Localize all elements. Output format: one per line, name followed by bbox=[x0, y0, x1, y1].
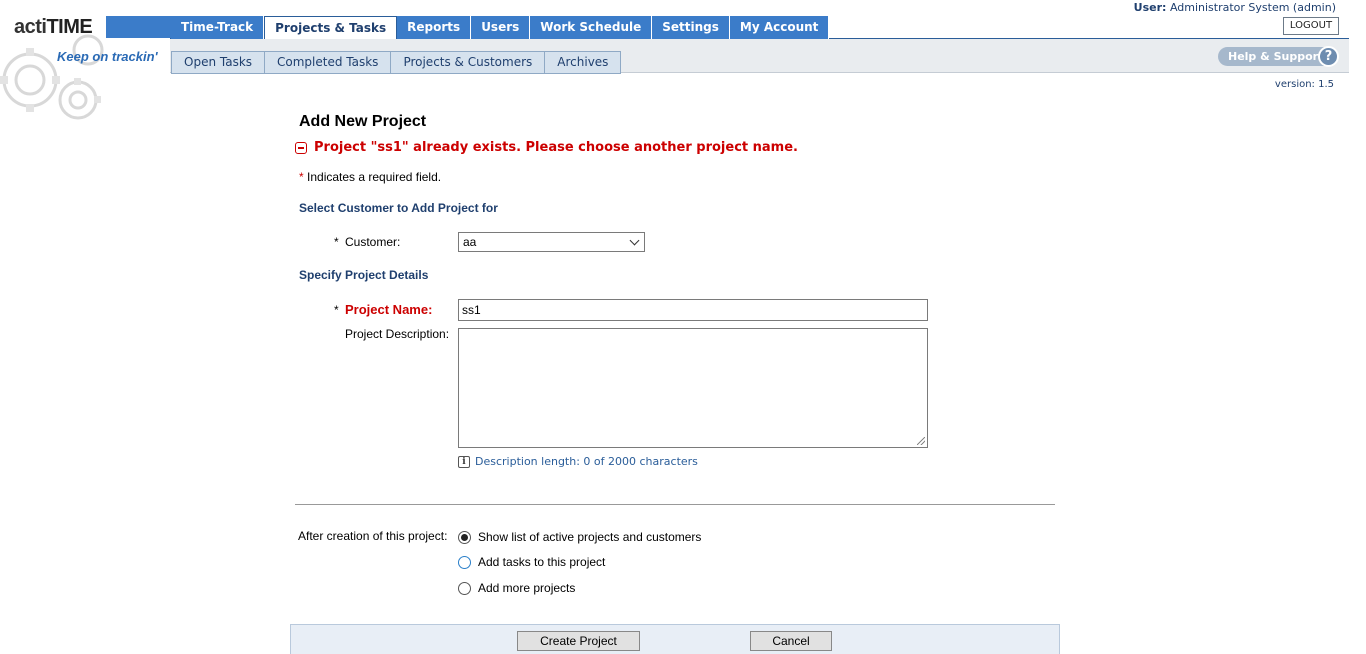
section-details: Specify Project Details bbox=[299, 268, 429, 282]
radio-label: Add more projects bbox=[478, 581, 576, 595]
radio-label: Add tasks to this project bbox=[478, 555, 606, 569]
error-minus-icon bbox=[295, 141, 307, 154]
project-name-label: Project Name: bbox=[345, 302, 433, 317]
nav-strip bbox=[106, 16, 171, 38]
customer-select-value: aa bbox=[463, 235, 477, 249]
tagline: Keep on trackin' bbox=[57, 49, 158, 64]
radio-add-more-projects[interactable]: Add more projects bbox=[458, 581, 575, 595]
radio-button[interactable] bbox=[458, 555, 471, 569]
create-project-button[interactable]: Create Project bbox=[517, 631, 640, 651]
tab-users[interactable]: Users bbox=[471, 16, 531, 39]
radio-button[interactable] bbox=[458, 530, 471, 544]
page-title: Add New Project bbox=[299, 113, 427, 130]
customer-select[interactable]: aa bbox=[458, 232, 645, 252]
customer-label: Customer: bbox=[345, 235, 401, 249]
required-note: * Indicates a required field. bbox=[299, 170, 441, 184]
info-icon: i bbox=[458, 455, 470, 468]
tab-settings[interactable]: Settings bbox=[652, 16, 730, 39]
required-note-text: Indicates a required field. bbox=[307, 170, 442, 184]
subtab-completed-tasks[interactable]: Completed Tasks bbox=[265, 51, 392, 74]
description-length: i Description length: 0 of 2000 characte… bbox=[458, 455, 698, 468]
resize-grip-icon[interactable] bbox=[917, 437, 925, 445]
tab-projects-tasks[interactable]: Projects & Tasks bbox=[264, 16, 398, 40]
after-creation-label: After creation of this project: bbox=[298, 529, 448, 543]
current-user: User: Administrator System (admin) bbox=[1134, 1, 1336, 14]
project-name-input[interactable]: ss1 bbox=[458, 299, 928, 321]
required-star: * bbox=[299, 170, 304, 184]
radio-button[interactable] bbox=[458, 581, 471, 595]
chevron-down-icon bbox=[629, 235, 640, 246]
divider bbox=[295, 504, 1055, 505]
radio-show-list[interactable]: Show list of active projects and custome… bbox=[458, 530, 701, 544]
app-logo: actiTIME bbox=[14, 16, 93, 38]
help-support-button[interactable]: Help & Support ? bbox=[1218, 46, 1339, 67]
cancel-button[interactable]: Cancel bbox=[750, 631, 832, 651]
user-name: Administrator System (admin) bbox=[1169, 1, 1336, 14]
tab-my-account[interactable]: My Account bbox=[729, 16, 830, 39]
subtab-archives[interactable]: Archives bbox=[545, 51, 622, 74]
error-message: Project "ss1" already exists. Please cho… bbox=[295, 140, 798, 155]
tab-time-track[interactable]: Time-Track bbox=[171, 16, 265, 39]
help-support-label: Help & Support bbox=[1228, 50, 1324, 63]
form-footer-bar bbox=[290, 624, 1060, 654]
error-text: Project "ss1" already exists. Please cho… bbox=[314, 140, 798, 155]
radio-label: Show list of active projects and custome… bbox=[478, 530, 702, 544]
logout-button[interactable]: LOGOUT bbox=[1283, 17, 1339, 35]
description-length-text: Description length: 0 of 2000 characters bbox=[475, 455, 698, 468]
tab-work-schedule[interactable]: Work Schedule bbox=[530, 16, 653, 39]
customer-required-star: * bbox=[334, 235, 339, 249]
project-description-textarea[interactable] bbox=[458, 328, 928, 448]
version-label: version: 1.5 bbox=[1274, 79, 1334, 90]
subnav-tabs: Open Tasks Completed Tasks Projects & Cu… bbox=[171, 51, 622, 74]
radio-add-tasks[interactable]: Add tasks to this project bbox=[458, 555, 605, 569]
section-customer: Select Customer to Add Project for bbox=[299, 201, 498, 215]
help-icon: ? bbox=[1318, 46, 1339, 67]
project-description-label: Project Description: bbox=[345, 327, 450, 341]
subtab-open-tasks[interactable]: Open Tasks bbox=[171, 51, 266, 74]
tab-reports[interactable]: Reports bbox=[397, 16, 472, 39]
main-nav-tabs: Time-Track Projects & Tasks Reports User… bbox=[171, 16, 830, 40]
project-name-required-star: * bbox=[334, 303, 339, 317]
user-prefix: User: bbox=[1133, 1, 1167, 14]
subtab-projects-customers[interactable]: Projects & Customers bbox=[391, 51, 546, 74]
